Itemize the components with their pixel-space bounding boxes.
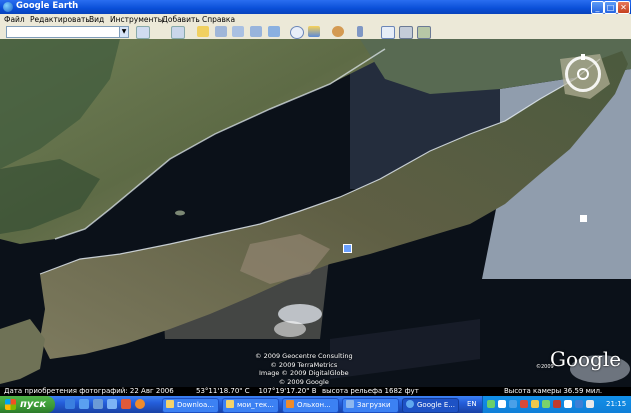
quicklaunch-icon[interactable] [121, 399, 131, 409]
imagery-date: Дата приобретения фотографий: 22 Авг 200… [4, 387, 174, 395]
menu-add[interactable]: Добавить [162, 15, 200, 24]
google-logo-text: Google [550, 347, 622, 371]
tray-icon[interactable] [564, 400, 572, 408]
credit-line: © 2009 TerraMetrics [270, 360, 338, 369]
imagery-credits: © 2009 Geocentre Consulting © 2009 Terra… [255, 352, 353, 386]
taskbar-item-label: Downloa... [177, 401, 215, 409]
menu-edit[interactable]: Редактировать [30, 15, 90, 24]
placemark-marker[interactable] [580, 215, 587, 222]
taskbar-item-label: Google E... [417, 401, 456, 409]
tray-icon[interactable] [487, 400, 495, 408]
tray-icon[interactable] [575, 400, 583, 408]
folder-icon [166, 400, 174, 408]
menu-bar: Файл Редактировать Вид Инструменты Добав… [0, 14, 631, 25]
maximize-button[interactable]: □ [604, 1, 617, 14]
search-input[interactable] [6, 26, 121, 38]
look-control-icon[interactable] [577, 68, 589, 80]
sun-icon[interactable] [308, 26, 320, 37]
satellite-imagery [0, 39, 631, 387]
taskbar-item-label: Загрузки [357, 401, 391, 409]
quicklaunch-icon[interactable] [93, 399, 103, 409]
start-button[interactable]: пуск [0, 396, 55, 413]
taskbar-item-active[interactable]: Google E... [402, 398, 459, 413]
placemark-icon[interactable] [197, 26, 209, 37]
quicklaunch-icon[interactable] [79, 399, 89, 409]
map-icon[interactable] [417, 26, 431, 39]
north-indicator-icon[interactable] [581, 54, 585, 60]
search-dropdown-button[interactable]: ▼ [119, 26, 129, 38]
eye-altitude: Высота камеры 36.59 мил. [504, 387, 603, 395]
google-logo: Google ©2009 [536, 347, 622, 371]
start-label: пуск [20, 399, 47, 410]
folder-icon [226, 400, 234, 408]
tray-icon[interactable] [531, 400, 539, 408]
tray-icon[interactable] [520, 400, 528, 408]
google-earth-icon [3, 2, 13, 12]
language-indicator[interactable]: EN [467, 400, 477, 408]
volume-icon[interactable] [586, 400, 594, 408]
placemark-marker[interactable] [343, 244, 352, 253]
search-icon[interactable] [136, 26, 150, 39]
menu-file[interactable]: Файл [4, 15, 25, 24]
minimize-button[interactable]: _ [591, 1, 604, 14]
toolbar: ▼ [0, 25, 631, 40]
history-icon[interactable] [290, 26, 304, 39]
credit-line: © 2009 Google [278, 377, 329, 386]
firefox-icon[interactable] [135, 399, 145, 409]
quicklaunch-icon[interactable] [107, 399, 117, 409]
path-icon[interactable] [232, 26, 244, 37]
credit-line: © 2009 Geocentre Consulting [255, 352, 353, 360]
window-title: Google Earth [16, 1, 79, 11]
taskbar-item[interactable]: Ольхон... [282, 398, 339, 413]
tray-icon[interactable] [553, 400, 561, 408]
close-button[interactable]: ✕ [617, 1, 630, 14]
ie-icon[interactable] [65, 399, 75, 409]
downloads-icon [346, 400, 354, 408]
title-bar: Google Earth _ □ ✕ [0, 0, 631, 14]
planet-icon[interactable] [332, 26, 344, 37]
tray-icon[interactable] [498, 400, 506, 408]
ruler-icon[interactable] [357, 26, 363, 37]
tray-icon[interactable] [542, 400, 550, 408]
earth-3d-view[interactable]: © 2009 Geocentre Consulting © 2009 Terra… [0, 39, 631, 387]
menu-view[interactable]: Вид [89, 15, 104, 24]
tray-icon[interactable] [509, 400, 517, 408]
elevation-readout: высота рельефа 1682 фут [322, 387, 419, 395]
google-earth-icon [406, 400, 414, 408]
taskbar-item[interactable]: Downloa... [162, 398, 219, 413]
sidebar-icon[interactable] [171, 26, 185, 39]
taskbar: пуск Downloa... мои_тек... Ольхон... Заг… [0, 396, 631, 413]
credit-line: Image © 2009 DigitalGlobe [258, 369, 349, 378]
taskbar-item[interactable]: мои_тек... [222, 398, 279, 413]
menu-help[interactable]: Справка [202, 15, 235, 24]
polygon-icon[interactable] [215, 26, 227, 37]
overlay-icon[interactable] [250, 26, 262, 37]
clock: 21:15 [606, 400, 627, 408]
firefox-icon [286, 400, 294, 408]
tour-icon[interactable] [268, 26, 280, 37]
menu-tools[interactable]: Инструменты [110, 15, 164, 24]
google-logo-year: ©2009 [536, 364, 554, 370]
email-icon[interactable] [381, 26, 395, 39]
taskbar-item-label: мои_тек... [237, 401, 274, 409]
print-icon[interactable] [399, 26, 413, 39]
taskbar-item-label: Ольхон... [297, 401, 331, 409]
navigation-compass[interactable] [565, 54, 601, 92]
taskbar-item[interactable]: Загрузки [342, 398, 399, 413]
windows-logo-icon [5, 399, 16, 410]
pointer-coordinates: 53°11'18.70" С 107°19'17.20" В [196, 387, 317, 395]
status-bar: Дата приобретения фотографий: 22 Авг 200… [0, 387, 631, 396]
